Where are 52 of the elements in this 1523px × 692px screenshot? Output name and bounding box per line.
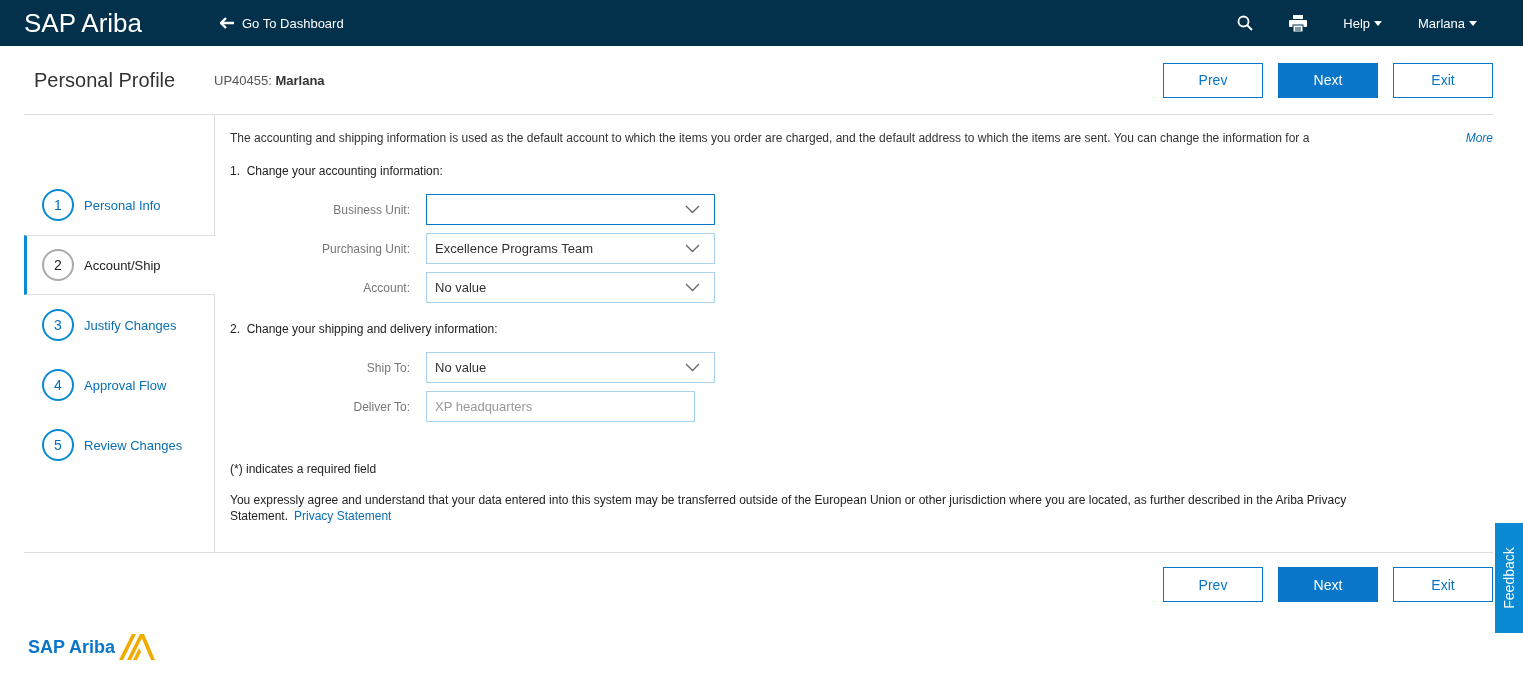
help-menu[interactable]: Help	[1343, 15, 1383, 31]
chevron-down-icon	[685, 283, 700, 292]
step-label: Account/Ship	[84, 257, 161, 273]
brand-logo: SAP Ariba	[24, 7, 144, 39]
privacy-text: You expressly agree and understand that your data entered into this system may be transferred outside of the European Union or other jurisdiction where you are located, as further described in the Ariba Privacy Statement. Privacy Statement	[230, 492, 1348, 524]
field-label: Account:	[362, 280, 410, 295]
chevron-logo-icon	[119, 634, 156, 660]
dropdown-field[interactable]: No value	[426, 272, 715, 303]
chevron-down-icon	[685, 205, 700, 214]
chevron-down-icon	[685, 244, 700, 253]
record-id: UP40455: Marlana	[214, 72, 325, 88]
field-label: Deliver To:	[352, 399, 410, 414]
step-number: 2	[42, 249, 74, 281]
section-heading: 1. Change your accounting information:	[230, 164, 444, 178]
exit-button[interactable]: Exit	[1393, 567, 1493, 602]
search-icon[interactable]	[1237, 15, 1254, 31]
step-label: Review Changes	[84, 437, 183, 453]
field-label: Business Unit:	[332, 202, 410, 217]
step-number: 3	[42, 309, 74, 341]
section-heading: 2. Change your shipping and delivery information:	[230, 322, 499, 336]
chevron-down-icon	[685, 363, 700, 372]
field-label: Purchasing Unit:	[320, 241, 410, 256]
user-menu[interactable]: Marlana	[1418, 15, 1477, 31]
feedback-tab[interactable]: Feedback	[1495, 523, 1523, 633]
exit-button[interactable]: Exit	[1393, 62, 1493, 98]
step-label: Personal Info	[84, 197, 161, 213]
field-label: Ship To:	[365, 360, 410, 375]
arrow-left-icon	[220, 17, 234, 29]
back-link[interactable]: Go To Dashboard	[220, 15, 344, 31]
caret-icon	[1374, 20, 1383, 26]
step-tab[interactable]: 2 Account/Ship	[24, 235, 215, 295]
intro-text: The accounting and shipping information is used as the default account to which the items you order are charged, and the default address to which the items are sent. You can change the information for a	[230, 131, 1311, 145]
input-field[interactable]: XP headquarters	[426, 391, 695, 422]
footer-logo-text: SAP Ariba	[28, 636, 116, 658]
more-link[interactable]: More	[1465, 131, 1493, 145]
next-button[interactable]: Next	[1278, 62, 1378, 98]
dropdown-field[interactable]: Excellence Programs Team	[426, 233, 715, 264]
exit-button[interactable]: Prev	[1163, 567, 1263, 602]
exit-button[interactable]: Prev	[1163, 62, 1263, 98]
dropdown-field[interactable]	[426, 194, 715, 225]
step-label: Justify Changes	[84, 317, 177, 333]
step-number: 5	[42, 429, 74, 461]
printer-icon[interactable]	[1289, 14, 1308, 32]
next-button[interactable]: Next	[1278, 567, 1378, 602]
step-label: Approval Flow	[84, 377, 167, 393]
dropdown-field[interactable]: No value	[426, 352, 715, 383]
page-title: Personal Profile	[34, 68, 177, 92]
step-number: 1	[42, 189, 74, 221]
privacy-link[interactable]: Privacy Statement	[294, 509, 392, 523]
step-number: 4	[42, 369, 74, 401]
required-note: (*) indicates a required field	[230, 462, 378, 476]
caret-icon	[1469, 20, 1477, 26]
